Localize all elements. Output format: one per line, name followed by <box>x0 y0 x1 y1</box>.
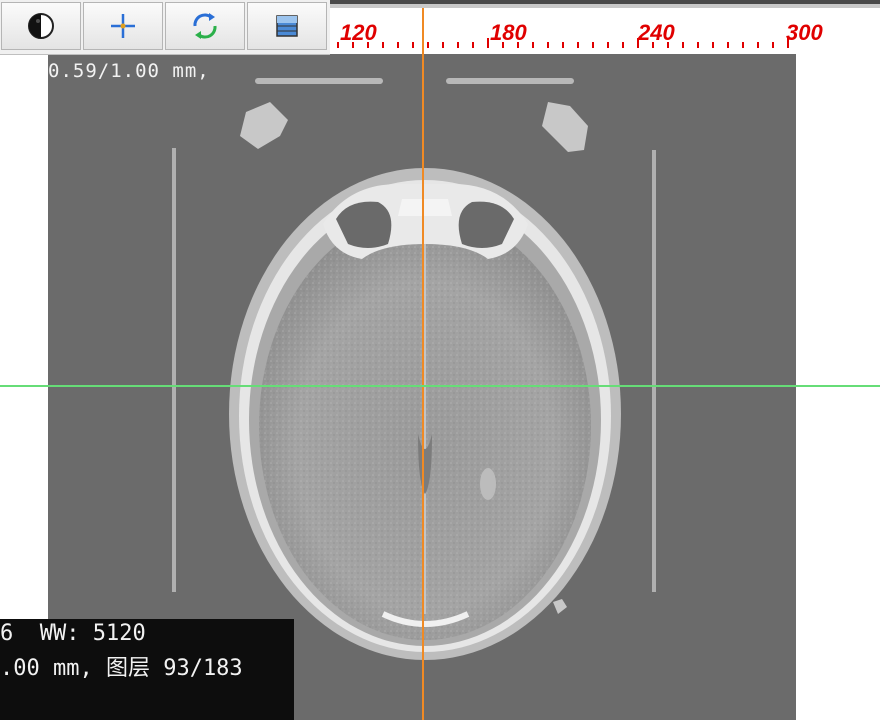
rotate-arrows-icon <box>193 13 217 39</box>
pixel-spacing-text: 0.59/1.00 mm, <box>48 60 210 82</box>
crosshair-vertical-line[interactable] <box>422 8 424 720</box>
window-level-button[interactable] <box>1 2 81 50</box>
ruler-label-300: 300 <box>786 20 823 45</box>
small-marker <box>553 599 567 614</box>
ruler-label-180: 180 <box>490 20 527 45</box>
horizontal-ruler: 120 180 240 300 <box>330 8 823 54</box>
headrest-bar-right <box>446 78 574 84</box>
layers-icon <box>276 15 298 37</box>
ruler-label-120: 120 <box>340 20 377 45</box>
rotate-button[interactable] <box>165 2 245 50</box>
ruler-label-240: 240 <box>638 20 675 45</box>
toolbar <box>0 0 330 55</box>
half-circle-contrast-icon <box>28 13 54 39</box>
frontal-sinus-bone <box>398 199 452 216</box>
crosshair-horizontal-line[interactable] <box>0 385 880 387</box>
table-rail-right <box>652 150 656 592</box>
pad-right <box>542 102 588 152</box>
crosshair-button[interactable] <box>83 2 163 50</box>
window-width-text: 6 WW: 5120 <box>0 621 146 646</box>
pad-left <box>240 102 288 149</box>
headrest-bar-left <box>255 78 383 84</box>
crosshair-icon <box>111 14 135 38</box>
slab-button[interactable] <box>247 2 327 50</box>
info-overlay: 6 WW: 5120 .00 mm, 图层 93/183 <box>0 619 294 720</box>
slice-info-text: .00 mm, 图层 93/183 <box>0 656 243 681</box>
table-rail-left <box>172 148 176 592</box>
